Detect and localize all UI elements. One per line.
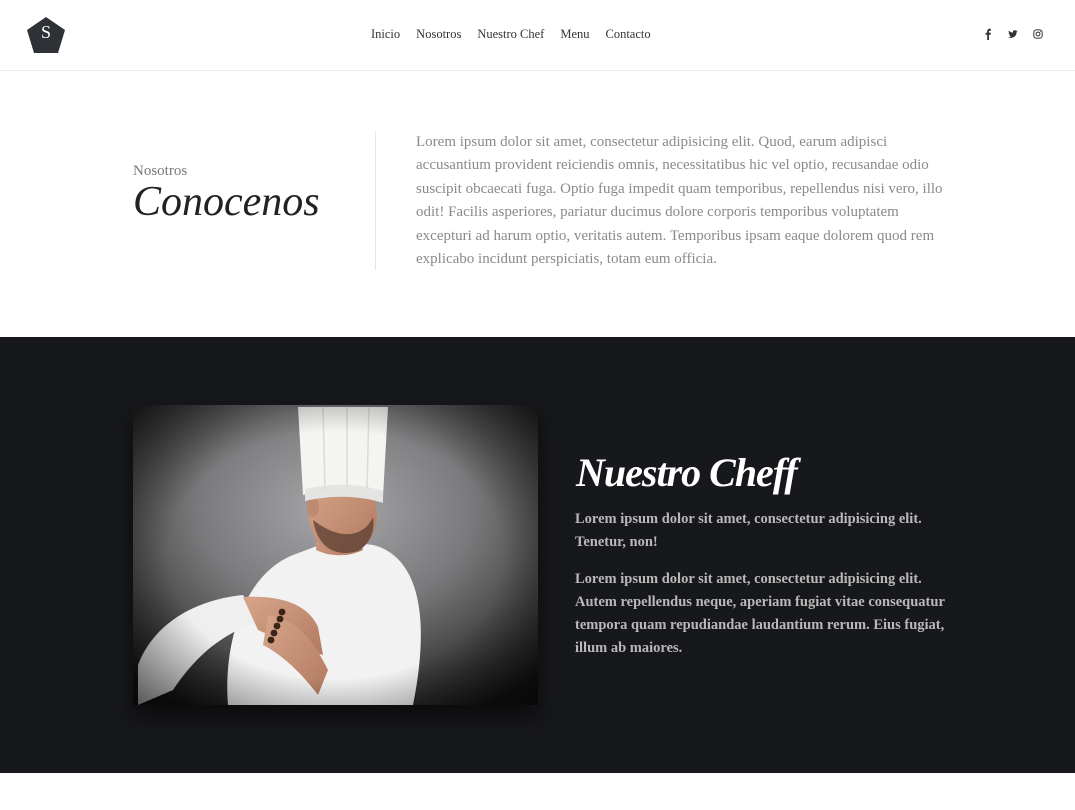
nav-item-nuestro-chef[interactable]: Nuestro Chef [477, 27, 544, 42]
page-bottom-strip [0, 773, 1075, 810]
main-nav: Inicio Nosotros Nuestro Chef Menu Contac… [371, 27, 667, 42]
logo-letter: S [40, 22, 51, 42]
chef-paragraph-2: Lorem ipsum dolor sit amet, consectetur … [575, 571, 945, 656]
nav-item-inicio[interactable]: Inicio [371, 27, 400, 42]
site-header: S Inicio Nosotros Nuestro Chef Menu Cont… [0, 0, 1075, 71]
about-text: Lorem ipsum dolor sit amet, consectetur … [416, 134, 943, 268]
chef-section: Nuestro Cheff Lorem ipsum dolor sit amet… [0, 337, 1075, 773]
about-title: Conocenos [133, 179, 320, 225]
social-links [983, 28, 1043, 40]
facebook-icon[interactable] [983, 28, 993, 40]
chef-photo-image [133, 405, 538, 705]
about-kicker: Nosotros [133, 163, 188, 179]
about-heading: Nosotros Conocenos [133, 163, 320, 224]
vertical-divider [375, 131, 376, 270]
chef-title: Nuestro Cheff [576, 450, 798, 495]
nav-item-nosotros[interactable]: Nosotros [416, 27, 461, 42]
chef-photo [133, 405, 538, 705]
instagram-icon[interactable] [1033, 28, 1043, 40]
brand-logo[interactable]: S [26, 16, 66, 54]
twitter-icon[interactable] [1008, 28, 1018, 40]
about-section: Nosotros Conocenos Lorem ipsum dolor sit… [0, 71, 1075, 337]
chef-paragraph-1: Lorem ipsum dolor sit amet, consectetur … [575, 511, 922, 550]
nav-item-contacto[interactable]: Contacto [606, 27, 651, 42]
nav-item-menu[interactable]: Menu [560, 27, 589, 42]
